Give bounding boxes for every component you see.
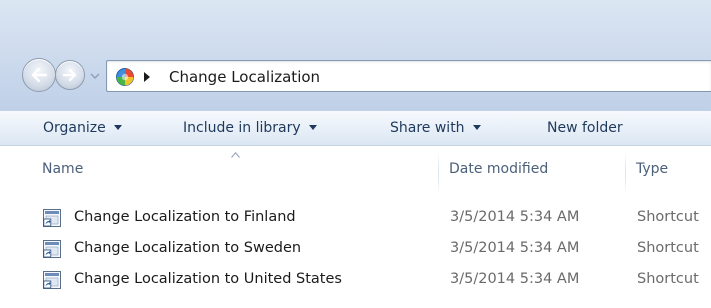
file-name[interactable]: Change Localization to Finland bbox=[74, 209, 296, 225]
arrow-left-icon bbox=[31, 68, 47, 82]
shortcut-icon bbox=[43, 209, 61, 227]
arrow-right-icon bbox=[63, 69, 77, 81]
shortcut-icon bbox=[43, 240, 61, 258]
organize-button[interactable]: Organize bbox=[43, 111, 122, 146]
control-panel-globe-icon[interactable] bbox=[115, 67, 135, 87]
navigation-bar: Change Localization bbox=[0, 54, 711, 94]
address-bar[interactable]: Change Localization bbox=[106, 60, 711, 92]
share-with-label: Share with bbox=[390, 120, 465, 136]
file-row[interactable]: Change Localization to United States 3/5… bbox=[0, 265, 711, 295]
column-divider[interactable] bbox=[625, 153, 626, 193]
chevron-down-icon[interactable] bbox=[89, 71, 101, 81]
share-with-button[interactable]: Share with bbox=[390, 111, 481, 146]
column-header-name[interactable]: Name bbox=[42, 161, 83, 177]
caret-down-icon bbox=[308, 124, 317, 130]
new-folder-label: New folder bbox=[547, 120, 623, 136]
file-type: Shortcut bbox=[637, 209, 699, 225]
new-folder-button[interactable]: New folder bbox=[547, 111, 623, 146]
command-bar: Organize Include in library Share with N… bbox=[0, 110, 711, 146]
file-name[interactable]: Change Localization to United States bbox=[74, 271, 342, 287]
column-divider[interactable] bbox=[438, 153, 439, 193]
sort-ascending-icon bbox=[231, 152, 240, 158]
file-name[interactable]: Change Localization to Sweden bbox=[74, 240, 301, 256]
caret-down-icon bbox=[113, 124, 122, 130]
forward-button[interactable] bbox=[55, 60, 85, 90]
organize-label: Organize bbox=[43, 120, 106, 136]
file-date-modified: 3/5/2014 5:34 AM bbox=[450, 271, 580, 287]
address-path[interactable]: Change Localization bbox=[169, 68, 320, 86]
file-date-modified: 3/5/2014 5:34 AM bbox=[450, 240, 580, 256]
caret-down-icon bbox=[472, 124, 481, 130]
file-type: Shortcut bbox=[637, 240, 699, 256]
column-header-date-modified[interactable]: Date modified bbox=[449, 161, 548, 177]
include-in-library-button[interactable]: Include in library bbox=[183, 111, 317, 146]
explorer-window: Change Localization Organize Include in … bbox=[0, 0, 711, 308]
file-row[interactable]: Change Localization to Sweden 3/5/2014 5… bbox=[0, 234, 711, 264]
file-type: Shortcut bbox=[637, 271, 699, 287]
include-in-library-label: Include in library bbox=[183, 120, 301, 136]
back-button[interactable] bbox=[22, 58, 56, 92]
file-row[interactable]: Change Localization to Finland 3/5/2014 … bbox=[0, 203, 711, 233]
shortcut-icon bbox=[43, 271, 61, 289]
window-chrome: Change Localization bbox=[0, 0, 711, 110]
column-header-type[interactable]: Type bbox=[636, 161, 668, 177]
chevron-right-icon[interactable] bbox=[143, 72, 151, 82]
file-date-modified: 3/5/2014 5:34 AM bbox=[450, 209, 580, 225]
column-header-row: Name Date modified Type bbox=[0, 147, 711, 197]
